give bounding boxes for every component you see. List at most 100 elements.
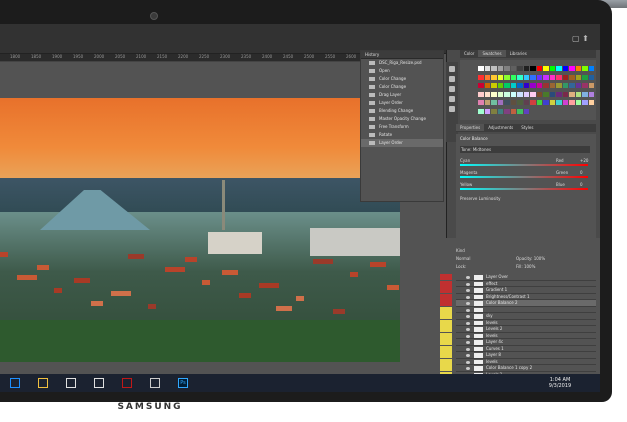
color-swatch[interactable] [497,108,503,114]
swatch-tab[interactable]: Swatches [478,50,506,57]
color-swatch[interactable] [504,108,510,114]
color-swatch[interactable] [530,74,536,80]
color-swatch[interactable] [504,91,510,97]
file-explorer-icon[interactable] [38,378,48,388]
color-swatch[interactable] [491,100,497,105]
color-swatch[interactable] [497,91,503,97]
system-clock[interactable]: 1:04 AM 9/3/2019 [540,377,580,389]
color-swatch[interactable] [582,91,588,97]
color-swatch[interactable] [562,91,568,97]
color-swatch[interactable] [530,91,536,97]
color-swatch[interactable] [510,66,516,71]
color-swatch[interactable] [549,91,555,97]
color-swatch[interactable] [504,74,510,80]
color-swatch[interactable] [517,100,523,105]
color-swatch[interactable] [491,91,497,97]
color-balance-slider[interactable] [460,188,588,190]
color-swatch[interactable] [530,100,536,105]
history-item[interactable]: Open [361,67,443,75]
brush-icon[interactable] [449,86,455,92]
color-swatch[interactable] [504,66,510,71]
layer-kind-filter[interactable]: Kind [456,248,465,253]
history-item[interactable]: Blending Change [361,107,443,115]
color-swatch[interactable] [491,74,497,80]
color-swatch[interactable] [582,83,588,88]
color-swatch[interactable] [549,74,555,80]
color-swatch[interactable] [497,66,503,71]
history-snapshot[interactable]: DSC_Riga_Resize.psd [361,59,443,67]
color-swatch[interactable] [478,66,484,71]
color-swatch[interactable] [543,74,549,80]
color-swatch[interactable] [575,100,581,105]
visibility-eye-icon[interactable] [466,328,470,331]
color-swatch[interactable] [556,74,562,80]
color-swatch[interactable] [549,83,555,88]
color-icon[interactable] [449,66,455,72]
visibility-eye-icon[interactable] [466,302,470,305]
color-swatch[interactable] [556,100,562,105]
visibility-eye-icon[interactable] [466,276,470,279]
fill-field[interactable]: Fill: 100% [516,264,535,269]
history-item[interactable]: Master Opacity Change [361,115,443,123]
color-swatch[interactable] [575,91,581,97]
visibility-eye-icon[interactable] [466,321,470,325]
color-swatch[interactable] [575,74,581,80]
color-swatch[interactable] [530,66,536,71]
color-swatch[interactable] [582,66,588,71]
color-swatch[interactable] [588,74,594,80]
tone-select[interactable]: Tone: Midtones [460,146,590,153]
color-swatch[interactable] [478,108,484,114]
color-swatch[interactable] [575,66,581,71]
visibility-eye-icon[interactable] [466,347,470,351]
mail-icon[interactable] [94,378,104,388]
color-swatch[interactable] [588,100,594,105]
color-swatch[interactable] [484,66,490,71]
color-swatch[interactable] [484,100,490,105]
color-swatch[interactable] [478,74,484,80]
visibility-eye-icon[interactable] [466,360,470,364]
history-item[interactable]: Rotate [361,131,443,139]
color-swatch[interactable] [556,83,562,88]
history-tab[interactable]: History [361,51,443,59]
color-swatch[interactable] [523,91,529,97]
color-swatch[interactable] [523,74,529,80]
color-swatch[interactable] [536,91,542,97]
color-swatch[interactable] [582,100,588,105]
color-swatch[interactable] [575,83,581,88]
swatch-tab[interactable]: Color [460,50,478,57]
opacity-field[interactable]: Opacity: 100% [516,256,545,261]
history-item[interactable]: Layer Order [361,139,443,147]
color-swatch[interactable] [497,100,503,105]
color-swatch[interactable] [556,66,562,71]
color-swatch[interactable] [582,74,588,80]
visibility-eye-icon[interactable] [466,289,470,292]
color-swatch[interactable] [562,100,568,105]
history-item[interactable]: Free Transform [361,123,443,131]
color-swatch[interactable] [536,83,542,88]
photoshop-icon[interactable]: Ps [178,378,188,388]
color-swatch[interactable] [510,108,516,114]
color-swatch[interactable] [484,83,490,88]
color-swatch[interactable] [569,74,575,80]
color-swatch[interactable] [523,83,529,88]
color-swatch[interactable] [569,100,575,105]
color-swatch[interactable] [497,74,503,80]
color-swatch[interactable] [562,83,568,88]
color-swatch[interactable] [530,83,536,88]
image-canvas[interactable] [0,62,400,362]
color-swatch[interactable] [497,83,503,88]
store-icon[interactable] [66,378,76,388]
properties-tab[interactable]: Adjustments [484,124,517,131]
swatches-icon[interactable] [449,76,455,82]
properties-tab[interactable]: Styles [517,124,537,131]
color-swatch[interactable] [510,74,516,80]
color-swatch[interactable] [478,100,484,105]
color-swatch[interactable] [536,74,542,80]
color-swatch[interactable] [517,74,523,80]
color-swatch[interactable] [588,66,594,71]
color-swatch[interactable] [491,108,497,114]
color-swatch[interactable] [543,66,549,71]
color-swatch[interactable] [523,100,529,105]
visibility-eye-icon[interactable] [466,334,470,338]
color-swatch[interactable] [588,83,594,88]
